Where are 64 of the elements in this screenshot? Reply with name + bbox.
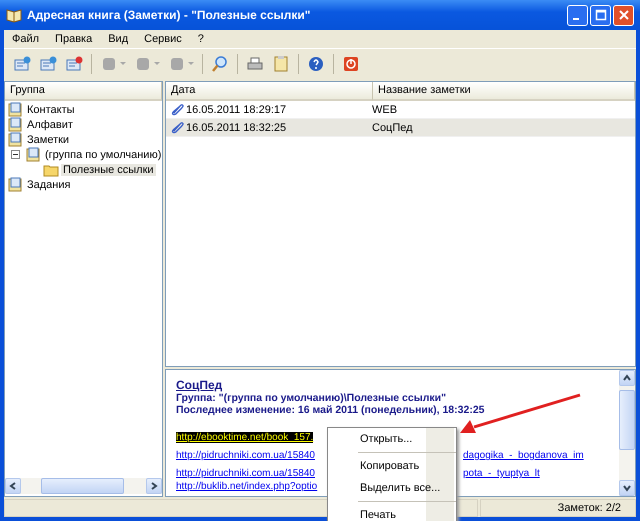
paperclip-icon	[171, 103, 184, 116]
note-title-link[interactable]: СоцПед	[176, 378, 222, 392]
tree-item[interactable]: Алфавит	[25, 118, 75, 130]
column-header[interactable]: Дата	[166, 82, 373, 101]
link[interactable]: http://ebooktime.net/book_157.	[176, 432, 314, 443]
link[interactable]: http://pidruchniki.com.ua/15840	[176, 450, 315, 461]
table-row[interactable]: 16.05.2011 18:32:25 СоцПед	[166, 119, 635, 137]
caret-icon	[188, 62, 194, 66]
tree-item[interactable]: Заметки	[25, 134, 72, 146]
magnifier-icon	[211, 55, 229, 73]
link[interactable]: http://buklib.net/index.php?optio	[176, 481, 318, 492]
tree-item[interactable]: (группа по умолчанию)	[43, 148, 164, 160]
note-icon	[13, 55, 31, 73]
status-text: Заметок: 2/2	[480, 499, 636, 517]
close-icon	[618, 9, 630, 21]
note-group: Группа: "(группа по умолчанию)\Полезные ссылки"	[176, 392, 609, 404]
tree-item[interactable]: Полезные ссылки	[61, 164, 156, 176]
close-button[interactable]	[613, 4, 634, 26]
note-icon	[65, 55, 83, 73]
menu-item[interactable]: Файл	[6, 33, 50, 45]
rounded-square-icon	[134, 55, 152, 73]
tree-item[interactable]: Контакты	[25, 104, 77, 116]
context-menu-item[interactable]: Печать	[358, 504, 456, 521]
maximize-button[interactable]	[590, 4, 611, 26]
notebook-icon	[7, 132, 23, 148]
menu-item[interactable]: ?	[192, 33, 214, 45]
table-cell: 16.05.2011 18:32:25	[186, 122, 286, 134]
notebook-icon	[7, 102, 23, 118]
minimize-icon	[572, 18, 578, 20]
collapse-toggle[interactable]	[11, 150, 20, 159]
notebook-icon	[25, 146, 41, 162]
power-icon	[342, 55, 360, 73]
link[interactable]: dagogika_-_bogdanova_im	[463, 450, 584, 461]
column-header[interactable]: Название заметки	[373, 82, 635, 101]
menu-item[interactable]: Вид	[102, 33, 138, 45]
paperclip-icon	[171, 121, 184, 134]
caret-icon	[120, 62, 126, 66]
note-icon	[39, 55, 57, 73]
table-cell: WEB	[372, 104, 398, 116]
caret-icon	[154, 62, 160, 66]
note-modified: Последнее изменение: 16 май 2011 (понедельник), 18:32:25	[176, 404, 486, 416]
menu-item[interactable]: Правка	[49, 33, 102, 45]
table-cell: 16.05.2011 18:29:17	[186, 104, 286, 116]
window-title: Адресная книга (Заметки) - "Полезные ссылки"	[27, 8, 312, 22]
notebook-icon	[7, 116, 23, 132]
column-header[interactable]: Группа	[5, 82, 162, 101]
maximize-icon	[594, 9, 606, 21]
vertical-scrollbar[interactable]	[619, 370, 635, 496]
notebook-icon	[7, 176, 23, 192]
context-menu-item[interactable]: Копировать	[358, 455, 456, 477]
context-menu-item[interactable]: Открыть...	[358, 428, 456, 450]
menu-item[interactable]: Сервис	[138, 33, 192, 45]
tree-item[interactable]: Задания	[25, 178, 72, 190]
rounded-square-icon	[100, 55, 118, 73]
horizontal-scrollbar[interactable]	[5, 478, 162, 494]
book-icon	[6, 7, 22, 23]
minimize-button[interactable]	[567, 4, 588, 26]
link[interactable]: pota_-_tyuptya_lt	[463, 468, 540, 479]
table-cell: СоцПед	[372, 122, 413, 134]
context-menu-item[interactable]: Выделить все...	[358, 477, 456, 499]
clipboard-icon	[272, 55, 290, 73]
rounded-square-icon	[168, 55, 186, 73]
link[interactable]: http://pidruchniki.com.ua/15840	[176, 468, 315, 479]
help-icon	[307, 55, 325, 73]
